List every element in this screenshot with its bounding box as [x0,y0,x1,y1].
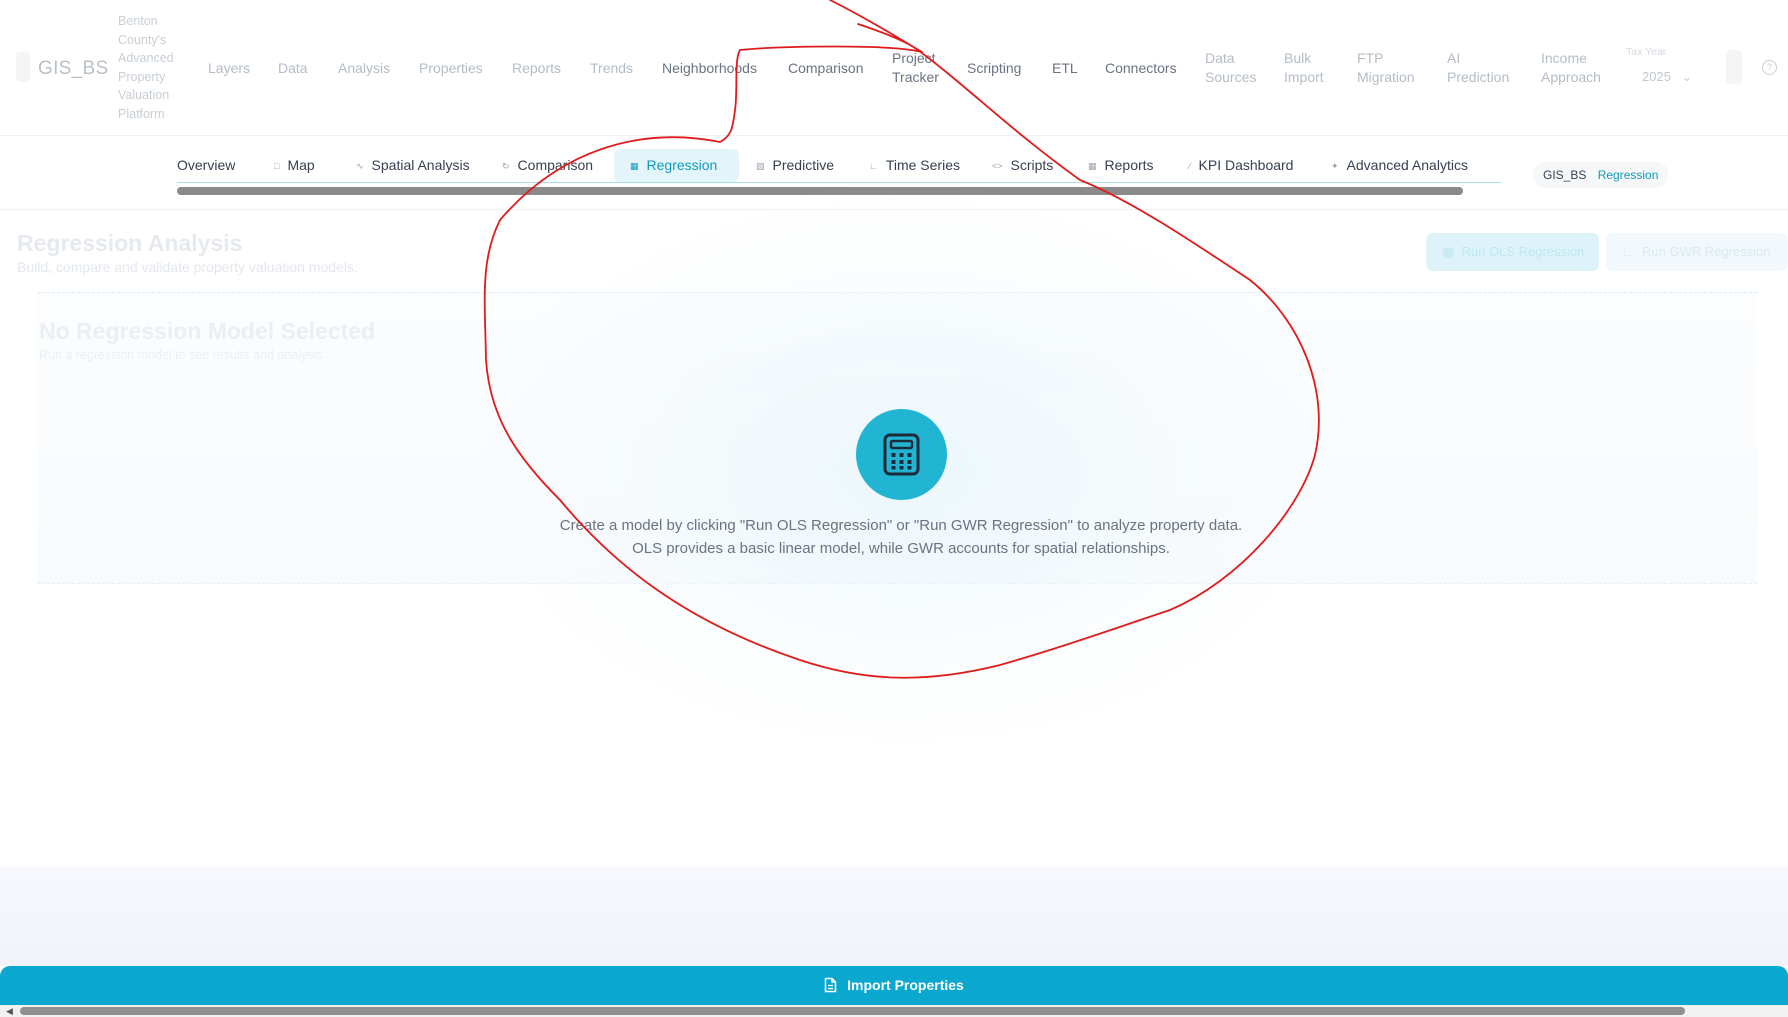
tab-spatial-analysis[interactable]: ∿ Spatial Analysis [356,156,470,175]
scroll-left-icon[interactable]: ◀ [6,1006,13,1017]
tab-reports[interactable]: ▦ Reports [1088,156,1154,175]
run-gwr-label: Run GWR Regression [1641,244,1771,259]
document-icon [824,977,837,993]
empty-state-title: No Regression Model Selected [39,318,376,344]
activity-icon: ∿ [356,161,364,171]
empty-state-subtitle: Run a regression model to see results an… [39,348,326,362]
tab-label: Overview [177,157,236,173]
calculator-icon [856,409,947,500]
breadcrumb-root[interactable]: GIS_BS [1543,168,1586,182]
import-properties-button[interactable]: Import Properties [0,966,1788,1005]
breadcrumb: GIS_BS Regression [1533,162,1669,188]
tab-label: Predictive [772,157,834,173]
gauge-icon: ∕ [1189,161,1191,171]
tax-year-value: 2025 [1642,69,1671,84]
sparkle-icon: ✦ [1331,161,1339,171]
horizontal-scrollbar-thumb[interactable] [20,1007,1685,1015]
report-icon: ▦ [1088,161,1097,171]
run-ols-button[interactable]: ▦ Run OLS Regression [1426,233,1599,271]
brand-logo [16,52,30,82]
tab-label: KPI Dashboard [1198,157,1294,173]
nav-scripting[interactable]: Scripting [967,59,1021,78]
tab-label: Advanced Analytics [1346,157,1468,173]
nav-etl[interactable]: ETL [1052,59,1078,78]
nav-ai-prediction[interactable]: AI Prediction [1447,49,1519,86]
tab-advanced-analytics[interactable]: ✦ Advanced Analytics [1331,156,1468,175]
brand-subtitle: Benton County's Advanced Property Valuat… [118,14,174,121]
nav-layers[interactable]: Layers [208,59,250,78]
calculator-icon: ▦ [630,161,639,171]
tab-label: Time Series [885,157,960,173]
nav-data-sources[interactable]: Data Sources [1205,49,1265,86]
page-subtitle: Build, compare and validate property val… [17,259,358,275]
tab-label: Regression [646,157,718,173]
tab-label: Scripts [1010,157,1054,173]
nav-neighborhoods[interactable]: Neighborhoods [662,59,757,78]
nav-project-tracker[interactable]: Project Tracker [892,49,952,86]
user-menu-button[interactable] [1726,50,1742,84]
run-gwr-button[interactable]: ∟ Run GWR Regression [1606,233,1788,271]
help-icon[interactable]: ? [1762,60,1777,75]
nav-income-approach[interactable]: Income Approach [1541,49,1611,86]
tab-scripts[interactable]: <> Scripts [992,156,1053,175]
run-ols-label: Run OLS Regression [1461,244,1585,259]
nav-connectors[interactable]: Connectors [1105,59,1177,78]
tab-regression[interactable]: ▦ Regression [614,149,740,182]
calculator-glyph [883,433,920,476]
empty-state-message-line1: Create a model by clicking "Run OLS Regr… [559,517,1243,534]
breadcrumb-current: Regression [1597,168,1659,182]
brain-icon: ▧ [756,161,765,171]
tab-predictive[interactable]: ▧ Predictive [756,156,834,175]
nav-trends[interactable]: Trends [590,59,633,78]
nav-comparison[interactable]: Comparison [788,59,863,78]
nav-data[interactable]: Data [278,59,308,78]
nav-reports[interactable]: Reports [512,59,561,78]
tab-map[interactable]: □ Map [274,156,315,175]
tab-time-series[interactable]: ∟ Time Series [869,156,960,175]
brand-name[interactable]: GIS_BS [38,58,108,80]
nav-properties[interactable]: Properties [419,59,483,78]
nav-analysis[interactable]: Analysis [338,59,390,78]
compare-icon: ↻ [502,161,510,171]
tab-label: Comparison [517,157,594,173]
calculator-icon: ▦ [1442,244,1455,259]
tab-overview[interactable]: Overview [177,156,235,174]
tab-label: Map [287,157,315,173]
top-navbar: GIS_BS Benton County's Advanced Property… [0,0,1788,136]
tab-label: Reports [1104,157,1154,173]
lower-background [0,866,1788,966]
empty-state-message-line2: OLS provides a basic linear model, while… [632,540,1170,557]
chart-icon: ∟ [869,161,878,171]
tax-year-label: Tax Year [1626,46,1667,58]
nav-bulk-import[interactable]: Bulk Import [1284,49,1334,86]
tab-comparison[interactable]: ↻ Comparison [502,156,593,175]
tax-year-select[interactable]: 2025 ⌄ [1626,64,1698,90]
tab-underline [177,182,1501,183]
chevron-down-icon: ⌄ [1681,70,1692,84]
map-icon: □ [274,161,280,171]
page-title: Regression Analysis [17,230,243,256]
import-properties-label: Import Properties [847,977,964,993]
tab-kpi-dashboard[interactable]: ∕ KPI Dashboard [1189,156,1293,175]
nav-ftp-migration[interactable]: FTP Migration [1357,49,1427,86]
tab-label: Spatial Analysis [371,157,470,173]
chart-icon: ∟ [1622,244,1635,259]
code-icon: <> [992,161,1003,171]
